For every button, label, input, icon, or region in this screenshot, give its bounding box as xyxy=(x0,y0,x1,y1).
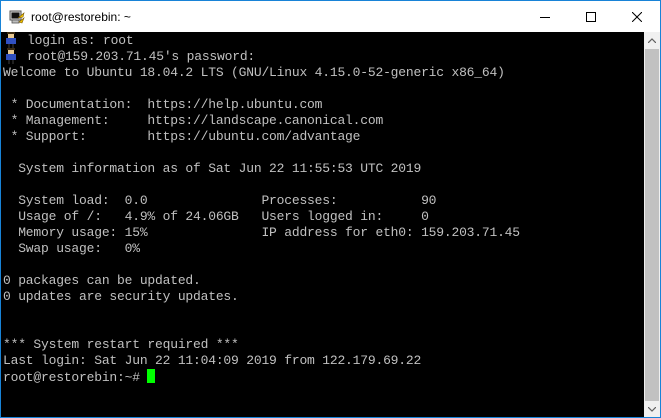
login-prompt-line: login as: root xyxy=(27,33,134,48)
scroll-up-button[interactable] xyxy=(644,32,660,48)
title-bar[interactable]: root@restorebin: ~ xyxy=(1,1,660,32)
chevron-up-icon xyxy=(648,37,656,43)
maximize-icon xyxy=(586,11,596,22)
terminal-area[interactable]: login as: root root@159.203.71.45's pass… xyxy=(1,32,644,417)
packages-update-line: 0 packages can be updated. xyxy=(3,273,201,288)
user-icon xyxy=(6,48,16,64)
putty-terminal-icon[interactable] xyxy=(9,9,25,25)
link-documentation: * Documentation: https://help.ubuntu.com xyxy=(3,97,323,112)
scroll-thumb[interactable] xyxy=(645,49,659,401)
user-icon xyxy=(6,32,16,48)
scroll-down-button[interactable] xyxy=(644,401,660,417)
minimize-icon xyxy=(540,16,550,18)
shell-prompt-line[interactable]: root@restorebin:~# xyxy=(3,369,156,385)
password-prompt-line: root@159.203.71.45's password: xyxy=(27,49,256,64)
text-cursor xyxy=(147,369,156,383)
restart-notice: *** System restart required *** xyxy=(3,337,239,352)
stats-line: System load: 0.0 Processes: 90 xyxy=(3,193,437,208)
window-title: root@restorebin: ~ xyxy=(31,10,131,24)
stats-line: Swap usage: 0% xyxy=(3,241,140,256)
sysinfo-header: System information as of Sat Jun 22 11:5… xyxy=(3,161,422,176)
welcome-line: Welcome to Ubuntu 18.04.2 LTS (GNU/Linux… xyxy=(3,65,505,80)
minimize-button[interactable] xyxy=(522,1,568,32)
close-button[interactable] xyxy=(614,1,660,32)
link-support: * Support: https://ubuntu.com/advantage xyxy=(3,129,361,144)
shell-prompt: root@restorebin:~# xyxy=(3,370,148,385)
last-login-line: Last login: Sat Jun 22 11:04:09 2019 fro… xyxy=(3,353,422,368)
close-icon xyxy=(632,11,642,22)
vertical-scrollbar[interactable] xyxy=(644,32,660,417)
chevron-down-icon xyxy=(648,406,656,412)
stats-line: Usage of /: 4.9% of 24.06GB Users logged… xyxy=(3,209,429,224)
maximize-button[interactable] xyxy=(568,1,614,32)
link-management: * Management: https://landscape.canonica… xyxy=(3,113,384,128)
putty-window: root@restorebin: ~ login as: root root@1… xyxy=(0,0,661,418)
security-update-line: 0 updates are security updates. xyxy=(3,289,239,304)
stats-line: Memory usage: 15% IP address for eth0: 1… xyxy=(3,225,520,240)
